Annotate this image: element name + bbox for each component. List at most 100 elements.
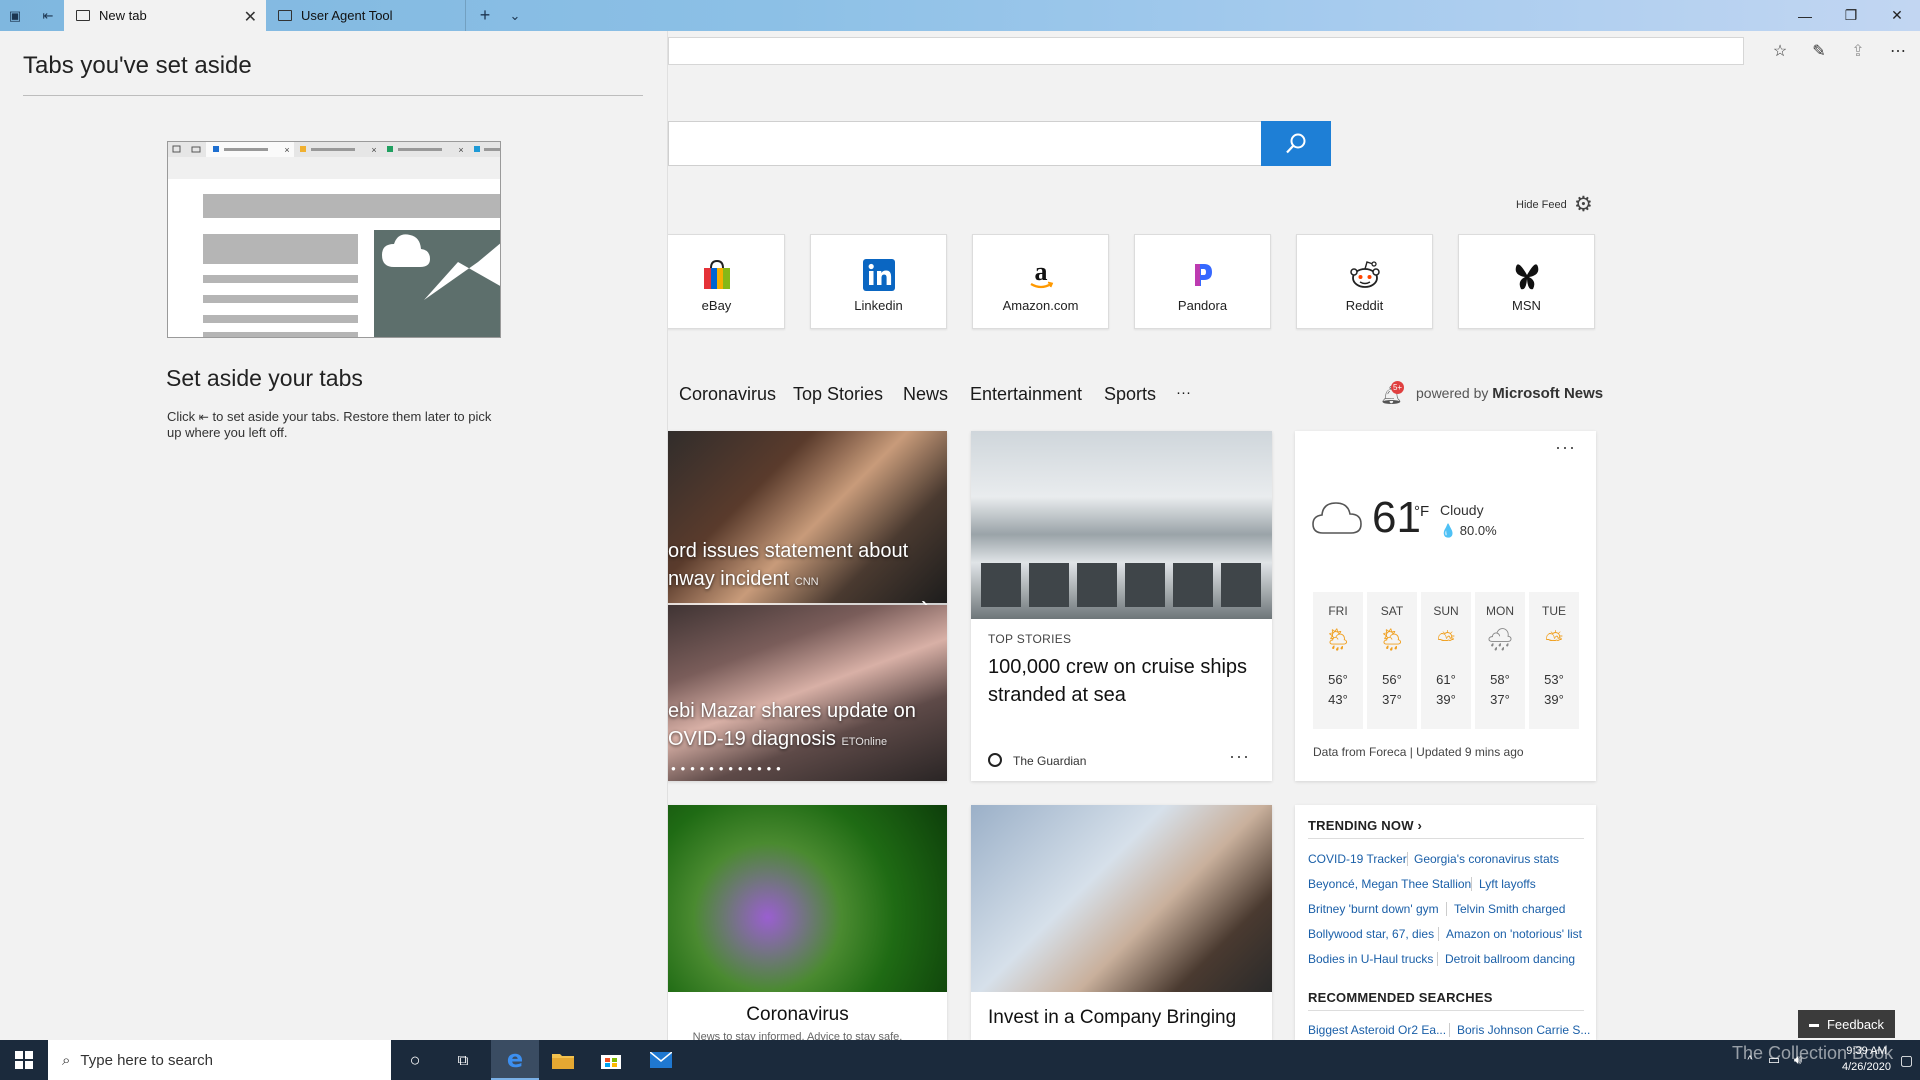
microsoft-news-brand: Microsoft News — [1492, 385, 1604, 402]
cortana-circle-icon[interactable]: ○ — [395, 1040, 435, 1080]
tab-label: User Agent Tool — [301, 8, 393, 23]
top-site-pandora[interactable]: Pandora — [1134, 234, 1271, 329]
forecast-day[interactable]: SUN ⛅︎ 61° 39° — [1421, 592, 1471, 729]
tab-manager-icon[interactable]: ▣ — [0, 0, 30, 31]
set-aside-illustration: × × × — [167, 141, 501, 338]
edge-browser-icon[interactable]: e — [491, 1040, 539, 1080]
trending-link[interactable]: Georgia's coronavirus stats — [1414, 852, 1559, 866]
nav-sports[interactable]: Sports — [1104, 384, 1156, 405]
task-view-icon[interactable]: ⧉ — [443, 1040, 483, 1080]
msn-butterfly-icon — [1459, 259, 1594, 291]
nav-top-stories[interactable]: Top Stories — [793, 384, 883, 405]
card-title: Coronavirus — [746, 1004, 849, 1025]
linkedin-icon — [811, 259, 946, 291]
trending-link[interactable]: Bollywood star, 67, dies — [1308, 927, 1434, 941]
trending-link[interactable]: Telvin Smith charged — [1454, 902, 1565, 916]
forecast-day[interactable]: MON 🌧︎ 58° 37° — [1475, 592, 1525, 729]
restore-button[interactable]: ❐ — [1828, 0, 1874, 31]
forecast-day[interactable]: SAT 🌦︎ 56° 37° — [1367, 592, 1417, 729]
file-explorer-icon[interactable] — [543, 1040, 583, 1080]
nav-entertainment[interactable]: Entertainment — [970, 384, 1082, 405]
windows-start-icon[interactable] — [0, 1040, 48, 1080]
mail-icon[interactable] — [641, 1040, 681, 1080]
trending-link[interactable]: Britney 'burnt down' gym — [1308, 902, 1439, 916]
gear-icon[interactable]: ⚙ — [1574, 194, 1593, 216]
top-site-linkedin[interactable]: Linkedin — [810, 234, 947, 329]
hide-feed-link[interactable]: Hide Feed — [1516, 199, 1567, 211]
top-site-reddit[interactable]: Reddit — [1296, 234, 1433, 329]
svg-text:×: × — [458, 145, 463, 155]
story-source: ETOnline — [841, 736, 888, 748]
svg-text:a: a — [1034, 259, 1047, 286]
microsoft-store-icon[interactable] — [591, 1040, 631, 1080]
share-icon[interactable]: ⇪ — [1843, 39, 1873, 63]
story-source: The Guardian — [1013, 754, 1087, 768]
partly-cloudy-icon: ⛅︎ — [1437, 627, 1455, 652]
cruise-ship-image — [971, 431, 1272, 619]
more-menu-icon[interactable]: ⋯ — [1883, 39, 1913, 63]
feedback-button[interactable]: ▬ Feedback — [1798, 1010, 1895, 1038]
top-story-card[interactable]: TOP STORIES 100,000 crew on cruise ships… — [971, 431, 1272, 781]
card-title: Invest in a Company Bringing — [988, 1007, 1237, 1028]
nav-coronavirus[interactable]: Coronavirus — [679, 384, 776, 405]
favorites-star-icon[interactable]: ☆ — [1765, 39, 1795, 63]
carousel-story-2[interactable]: ebi Mazar shares update on OVID-19 diagn… — [668, 697, 916, 756]
web-search-input[interactable] — [668, 121, 1262, 166]
recommended-link[interactable]: Boris Johnson Carrie S... — [1457, 1023, 1590, 1037]
carousel-card[interactable]: ord issues statement about nway incident… — [648, 431, 947, 781]
trending-link[interactable]: Lyft layoffs — [1479, 877, 1536, 891]
close-tab-icon[interactable]: ✕ — [244, 7, 257, 27]
coronavirus-card[interactable]: Coronavirus News to stay informed. Advic… — [648, 805, 947, 1040]
bottle-image — [971, 805, 1272, 992]
address-input[interactable] — [668, 37, 1744, 65]
trending-now-heading[interactable]: TRENDING NOW › — [1308, 818, 1422, 833]
carousel-story-1[interactable]: ord issues statement about nway incident… — [668, 537, 908, 596]
nav-news[interactable]: News — [903, 384, 948, 405]
action-center-icon[interactable]: ▢ — [1893, 1040, 1920, 1080]
forecast-day[interactable]: FRI 🌦︎ 56° 43° — [1313, 592, 1363, 729]
set-aside-subtitle: Set aside your tabs — [166, 365, 363, 391]
windows-taskbar: ⌕ Type here to search ○ ⧉ e ^ ▭ 🔊︎ ▢ — [0, 1040, 1920, 1080]
search-icon — [1286, 133, 1306, 153]
story-more-button[interactable]: ··· — [1229, 746, 1250, 767]
trending-link[interactable]: COVID-19 Tracker — [1308, 852, 1407, 866]
top-site-msn[interactable]: MSN — [1458, 234, 1595, 329]
tab-user-agent-tool[interactable]: User Agent Tool — [266, 0, 466, 31]
minimize-button[interactable]: — — [1782, 0, 1828, 31]
title-bar: ▣ ⇤ New tab ✕ User Agent Tool + ⌄ — ❐ ✕ — [0, 0, 1920, 31]
trending-link[interactable]: Detroit ballroom dancing — [1445, 952, 1575, 966]
notification-badge: 5+ — [1391, 381, 1404, 394]
guardian-logo-icon — [988, 753, 1002, 767]
weather-more-button[interactable]: ··· — [1555, 437, 1576, 458]
tab-new-tab[interactable]: New tab ✕ — [64, 0, 266, 31]
tab-preview-chevron-icon[interactable]: ⌄ — [500, 0, 530, 31]
close-window-button[interactable]: ✕ — [1874, 0, 1920, 31]
top-site-ebay[interactable]: eBay — [648, 234, 785, 329]
carousel-dots[interactable]: •••••••••••••• — [652, 761, 786, 776]
trending-link[interactable]: Beyoncé, Megan Thee Stallion — [1308, 877, 1471, 891]
taskbar-search-box[interactable]: ⌕ Type here to search — [48, 1040, 391, 1080]
trending-link[interactable]: Bodies in U-Haul trucks — [1308, 952, 1433, 966]
recommended-link[interactable]: Biggest Asteroid Or2 Ea... — [1308, 1023, 1446, 1037]
search-button[interactable] — [1261, 121, 1331, 166]
nav-more-button[interactable]: ··· — [1176, 384, 1191, 401]
invest-card[interactable]: Invest in a Company Bringing — [971, 805, 1272, 1040]
page-icon — [76, 10, 90, 21]
panel-title: Tabs you've set aside — [23, 52, 252, 79]
system-clock[interactable]: 9:39 AM 4/26/2020 — [1842, 1043, 1891, 1075]
story-headline[interactable]: 100,000 crew on cruise ships stranded at… — [988, 653, 1258, 709]
story-source: CNN — [794, 576, 819, 588]
top-site-amazon[interactable]: a Amazon.com — [972, 234, 1109, 329]
svg-text:×: × — [284, 145, 289, 155]
set-aside-tabs-icon[interactable]: ⇤ — [33, 0, 63, 31]
weather-condition: Cloudy — [1440, 502, 1484, 518]
forecast-day[interactable]: TUE ⛅︎ 53° 39° — [1529, 592, 1579, 729]
cloudy-icon — [1312, 502, 1362, 534]
weather-footer: Data from Foreca | Updated 9 mins ago — [1313, 745, 1524, 759]
divider — [1446, 902, 1447, 916]
trending-link[interactable]: Amazon on 'notorious' list — [1446, 927, 1582, 941]
new-tab-plus-icon[interactable]: + — [470, 0, 500, 31]
top-site-name: MSN — [1512, 298, 1541, 313]
tabs-set-aside-panel: Tabs you've set aside × × × Set aside yo… — [0, 31, 668, 1040]
web-note-pen-icon[interactable]: ✎ — [1804, 39, 1834, 63]
